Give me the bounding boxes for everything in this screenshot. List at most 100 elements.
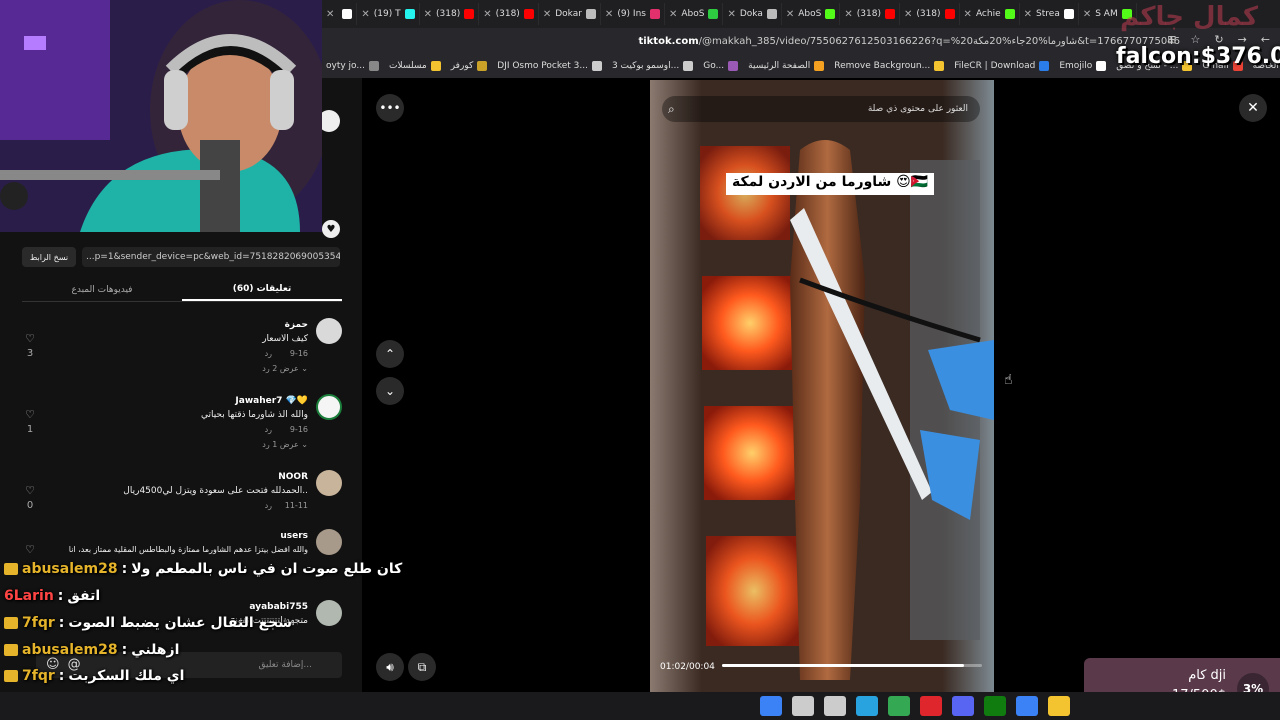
chat-text: ازهلني	[131, 642, 180, 658]
close-tab-icon[interactable]: ✕	[326, 9, 334, 20]
bookmark-item[interactable]: Emojilo	[1059, 61, 1107, 71]
related-search-input[interactable]: العثور على محتوى ذي صلة	[662, 96, 980, 122]
discord-icon[interactable]	[952, 696, 974, 716]
tab-creator-videos[interactable]: فيديوهات المبدع	[22, 278, 182, 301]
view-replies-button[interactable]: عرض 1 رد ⌄	[262, 440, 308, 449]
tab-label: S AM	[1095, 9, 1118, 19]
more-options-button[interactable]: •••	[376, 94, 404, 122]
windows-taskbar	[0, 692, 1280, 720]
chrome-icon[interactable]	[888, 696, 910, 716]
video-player[interactable]	[650, 80, 994, 692]
browser-tab[interactable]: ✕ Doka	[723, 3, 782, 25]
like-heart-icon[interactable]: ♡	[22, 332, 38, 345]
bookmark-item[interactable]: مسلسلات	[389, 61, 441, 71]
url-text[interactable]: tiktok.com/@makkah_385/video/75506276125…	[638, 36, 1180, 47]
picture-in-picture-button[interactable]: ⧉	[408, 653, 436, 681]
red-app-icon[interactable]	[920, 696, 942, 716]
close-tab-icon[interactable]: ✕	[964, 9, 972, 20]
close-tab-icon[interactable]: ✕	[904, 9, 912, 20]
browser-tab[interactable]: ✕	[322, 3, 358, 25]
bookmark-item[interactable]: Remove Backgroun...	[834, 61, 945, 71]
browser-tab[interactable]: ✕ (318)	[479, 3, 539, 25]
comment-avatar[interactable]	[316, 529, 342, 555]
close-icon[interactable]: ✕	[1239, 94, 1267, 122]
next-video-button[interactable]: ⌄	[376, 377, 404, 405]
close-tab-icon[interactable]: ✕	[543, 9, 551, 20]
comment-author[interactable]: NOOR	[278, 472, 308, 482]
bookmark-item[interactable]: اوسمو بوكيت 3...	[612, 61, 694, 71]
like-count: 3	[26, 348, 34, 359]
close-tab-icon[interactable]: ✕	[1083, 9, 1091, 20]
comment-author[interactable]: Jawaher7 💎💛	[235, 396, 308, 406]
chat-message: 7fqr: اي ملك السكربت	[4, 668, 184, 684]
like-heart-icon[interactable]: ♡	[22, 543, 38, 556]
crown-icon	[4, 563, 18, 575]
store-icon[interactable]	[792, 696, 814, 716]
like-heart-icon[interactable]: ♡	[22, 408, 38, 421]
browser-tab[interactable]: ✕ (19) T	[357, 3, 420, 25]
bookmark-label: DJI Osmo Pocket 3...	[497, 61, 588, 71]
browser-tab[interactable]: ✕ (318)	[840, 3, 900, 25]
comment-text: والله الذ شاورما ذقتها بحياتي	[200, 410, 308, 420]
browser-tab[interactable]: ✕ Achie	[960, 3, 1020, 25]
browser-tab[interactable]: ✕ Strea	[1020, 3, 1079, 25]
tab-label: Achie	[975, 9, 1001, 19]
comment-avatar[interactable]	[316, 600, 342, 626]
browser-tab[interactable]: ✕ Dokar	[539, 3, 601, 25]
close-tab-icon[interactable]: ✕	[844, 9, 852, 20]
bookmark-item[interactable]: FileCR | Download	[954, 61, 1050, 71]
xbox-icon[interactable]	[984, 696, 1006, 716]
reply-button[interactable]: رد	[265, 349, 272, 358]
search-icon[interactable]: ⌕	[668, 102, 675, 117]
tab-label: Strea	[1036, 9, 1060, 19]
bookmark-item[interactable]: DJI Osmo Pocket 3...	[497, 61, 602, 71]
close-tab-icon[interactable]: ✕	[424, 9, 432, 20]
chat-message: abusalem28: ازهلني	[4, 642, 179, 658]
browser-tab[interactable]: ✕ AboS	[665, 3, 724, 25]
browser-tab[interactable]: ✕ (318)	[900, 3, 960, 25]
comment-avatar[interactable]	[316, 318, 342, 344]
f-app-icon[interactable]	[856, 696, 878, 716]
copy-link-button[interactable]: نسخ الرابط	[22, 247, 76, 267]
instagram-icon	[649, 9, 660, 19]
close-tab-icon[interactable]: ✕	[727, 9, 735, 20]
previous-video-button[interactable]: ⌃	[376, 340, 404, 368]
browser-tab[interactable]: ✕ AboS	[782, 3, 841, 25]
close-tab-icon[interactable]: ✕	[1024, 9, 1032, 20]
bookmark-item[interactable]: كورفر	[451, 61, 488, 71]
like-heart-icon[interactable]: ♡	[22, 484, 38, 497]
tab-label: AboS	[681, 9, 705, 19]
close-tab-icon[interactable]: ✕	[669, 9, 677, 20]
browser-tab[interactable]: ✕ (318)	[420, 3, 480, 25]
comment-author[interactable]: ayababi755	[249, 602, 308, 612]
close-tab-icon[interactable]: ✕	[483, 9, 491, 20]
chat-text: اي ملك السكربت	[68, 668, 185, 684]
comment-author[interactable]: حمزة	[285, 320, 308, 330]
comment-avatar[interactable]	[316, 394, 342, 420]
volume-button[interactable]: 🔊︎	[376, 653, 404, 681]
video-progress-bar[interactable]	[722, 664, 982, 667]
bookmark-item[interactable]: Go...	[703, 61, 739, 71]
bookmark-item[interactable]: oyty jo...	[326, 61, 379, 71]
browser-tab[interactable]: ✕ (9) Ins	[601, 3, 665, 25]
gear-icon	[585, 9, 596, 19]
comment-text: الحمدلله فتحت على سعودة ويتزل لي4500ريال…	[123, 486, 308, 496]
view-replies-button[interactable]: عرض 2 رد ⌄	[262, 364, 308, 373]
heart-icon[interactable]: ♥	[322, 220, 340, 238]
calendar-icon[interactable]	[1016, 696, 1038, 716]
app-icon[interactable]	[760, 696, 782, 716]
shield-icon	[342, 9, 353, 19]
clock-icon[interactable]	[824, 696, 846, 716]
reply-button[interactable]: رد	[265, 501, 272, 510]
comment-author[interactable]: users	[280, 531, 308, 541]
close-tab-icon[interactable]: ✕	[361, 9, 369, 20]
taskbar-apps	[760, 696, 1070, 716]
folder-icon[interactable]	[1048, 696, 1070, 716]
tab-comments[interactable]: تعليقات (60)	[182, 278, 342, 301]
comment-avatar[interactable]	[316, 470, 342, 496]
share-url[interactable]: ...p=1&sender_device=pc&web_id=751828206…	[82, 247, 340, 267]
close-tab-icon[interactable]: ✕	[786, 9, 794, 20]
reply-button[interactable]: رد	[265, 425, 272, 434]
close-tab-icon[interactable]: ✕	[605, 9, 613, 20]
bookmark-item[interactable]: الصفحة الرئيسية	[748, 61, 825, 71]
